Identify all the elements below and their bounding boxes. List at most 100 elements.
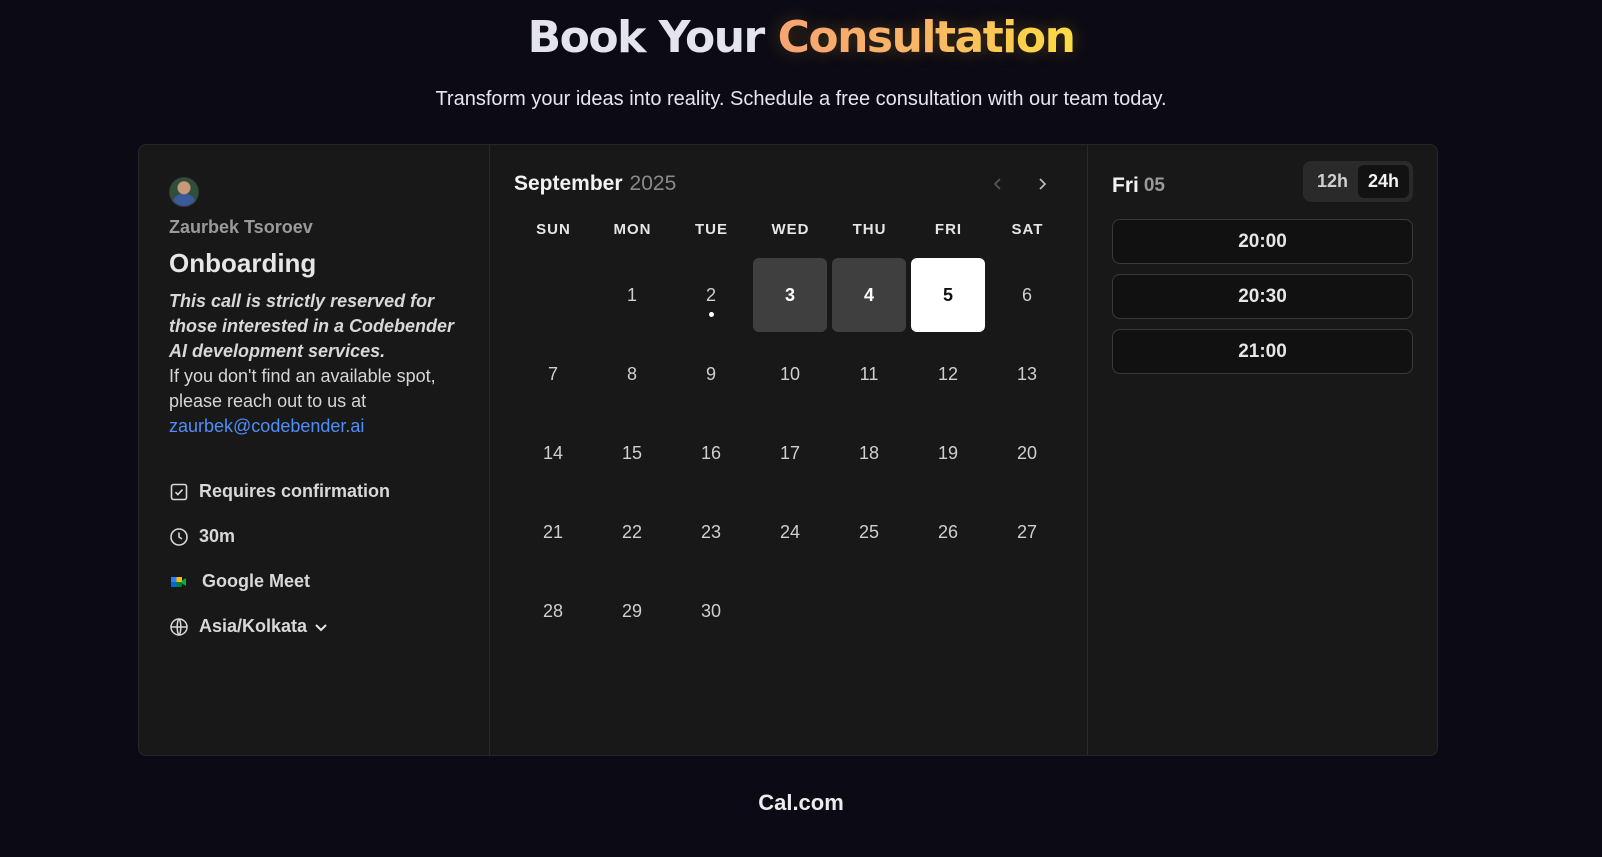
day-number: 8 [626, 363, 637, 384]
chevron-right-icon [1039, 178, 1047, 190]
host-name: Zaurbek Tsoroev [169, 217, 313, 237]
weekday-header: SUN MON TUE WED THU FRI SAT [514, 221, 1063, 238]
weekday-label: SUN [536, 221, 571, 238]
day-number: 25 [858, 521, 880, 542]
weekday-label: THU [852, 221, 887, 238]
weekday-label: SAT [1011, 221, 1044, 238]
time-format-toggle: 12h 24h [1302, 161, 1413, 202]
day-number: 7 [547, 363, 558, 384]
day-number: 13 [1016, 363, 1038, 384]
day-cell: 10 [753, 337, 827, 411]
day-cell: 30 [674, 574, 748, 648]
day-number: 27 [1016, 521, 1038, 542]
day-cell: 9 [674, 337, 748, 411]
time-slot-button[interactable]: 21:00 [1112, 329, 1413, 374]
clock-icon [169, 527, 189, 547]
day-cell: 1 [595, 258, 669, 332]
time-slots-panel: Fri 05 12h 24h 20:00 20:30 21:00 [1088, 145, 1437, 755]
selected-date-label: 05 [1143, 175, 1165, 196]
weekday-label: FRI [934, 221, 963, 238]
day-number: 29 [621, 600, 643, 621]
day-cell: 8 [595, 337, 669, 411]
day-cell: 21 [516, 495, 590, 569]
day-cell: 11 [832, 337, 906, 411]
booking-card: Zaurbek Tsoroev Onboarding This call is … [138, 144, 1438, 756]
event-description: If you don't find an available spot, ple… [169, 366, 436, 411]
meta-location: Google Meet [169, 559, 459, 604]
day-cell: 16 [674, 416, 748, 490]
day-number: 1 [626, 284, 637, 305]
day-cell: 2 [674, 258, 748, 332]
time-format-12h-option[interactable]: 12h [1307, 165, 1358, 198]
time-slot-list: 20:00 20:30 21:00 [1112, 219, 1413, 374]
day-number: 24 [779, 521, 801, 542]
day-number: 30 [700, 600, 722, 621]
day-cell-available[interactable]: 3 [753, 258, 827, 332]
time-slot-button[interactable]: 20:30 [1112, 274, 1413, 319]
day-number: 2 [705, 284, 716, 305]
day-cell: 19 [911, 416, 985, 490]
day-number: 3 [784, 284, 795, 305]
day-cell: 15 [595, 416, 669, 490]
event-description-bold: This call is strictly reserved for those… [169, 291, 455, 361]
day-number: 23 [700, 521, 722, 542]
day-number: 15 [621, 442, 643, 463]
meta-confirmation-label: Requires confirmation [199, 481, 391, 501]
day-number: 26 [937, 521, 959, 542]
page-title: Book Your Consultation [0, 12, 1602, 63]
day-cell: 6 [990, 258, 1064, 332]
day-cell: 18 [832, 416, 906, 490]
contact-email-link[interactable]: zaurbek@codebender.ai [169, 414, 459, 439]
page-subtitle: Transform your ideas into reality. Sched… [435, 88, 1167, 110]
timezone-label: Asia/Kolkata [199, 616, 308, 636]
weekday-label: TUE [695, 221, 728, 238]
day-cell: 14 [516, 416, 590, 490]
meta-duration: 30m [169, 514, 459, 559]
day-cell: 13 [990, 337, 1064, 411]
day-number: 21 [542, 521, 564, 542]
day-number: 22 [621, 521, 643, 542]
day-cell: 26 [911, 495, 985, 569]
today-indicator-dot [709, 312, 714, 317]
calendar-month-header: September 2025 [514, 171, 1063, 197]
day-number: 28 [542, 600, 564, 621]
calendar-panel: September 2025 SUN MON TUE WED THU FRI SAT 123… [490, 145, 1088, 755]
calendar-days-grid: 1 2 3 4 5 6 7 8 9 10 11 12 13 14 15 16 17 18 19 20 21 22 23 24 2… [514, 258, 1063, 653]
day-number: 11 [859, 363, 879, 384]
event-info-panel: Zaurbek Tsoroev Onboarding This call is … [139, 145, 490, 755]
day-number: 20 [1016, 442, 1038, 463]
calendar-year: 2025 [629, 172, 677, 195]
prev-month-button[interactable] [989, 173, 1007, 195]
day-cell-available[interactable]: 4 [832, 258, 906, 332]
calendar-month: September [514, 172, 623, 195]
weekday-label: MON [613, 221, 652, 238]
day-number: 9 [705, 363, 716, 384]
day-number: 19 [937, 442, 959, 463]
day-cell: 17 [753, 416, 827, 490]
chevron-down-icon [313, 619, 329, 635]
day-cell: 12 [911, 337, 985, 411]
weekday-label: WED [771, 221, 810, 238]
day-cell: 29 [595, 574, 669, 648]
selected-day-label: Fri [1112, 174, 1139, 197]
day-number: 12 [937, 363, 959, 384]
day-number: 5 [942, 284, 953, 305]
host-avatar [169, 177, 199, 207]
event-meta: Requires confirmation 30m Google Meet As… [169, 469, 459, 649]
google-meet-icon [169, 572, 189, 592]
time-slot-button[interactable]: 20:00 [1112, 219, 1413, 264]
empty-day-cell [514, 258, 593, 337]
day-cell: 20 [990, 416, 1064, 490]
timezone-select[interactable]: Asia/Kolkata [169, 604, 459, 649]
meta-duration-label: 30m [199, 526, 236, 546]
next-month-button[interactable] [1033, 173, 1051, 195]
day-number: 18 [858, 442, 880, 463]
cal-com-branding[interactable]: Cal.com [0, 790, 1602, 816]
event-title: Onboarding [169, 248, 317, 278]
day-cell-selected[interactable]: 5 [911, 258, 985, 332]
day-number: 10 [779, 363, 801, 384]
day-cell: 22 [595, 495, 669, 569]
day-cell: 28 [516, 574, 590, 648]
time-format-24h-option[interactable]: 24h [1357, 165, 1409, 198]
chevron-left-icon [993, 178, 1001, 190]
